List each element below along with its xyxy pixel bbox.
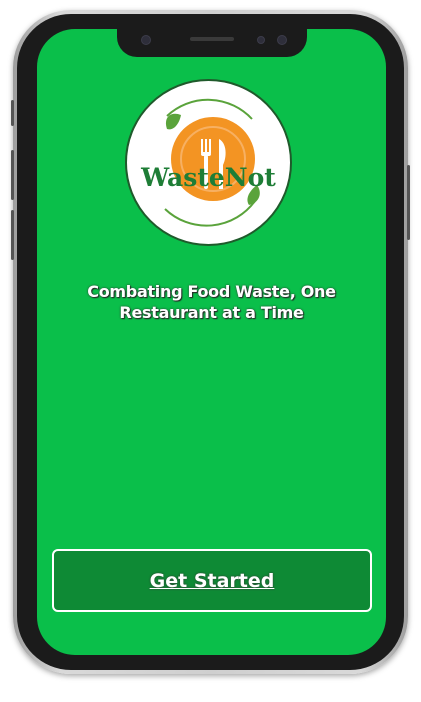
volume-up-button [11, 100, 14, 126]
volume-down-button [11, 150, 14, 200]
brand-name: WasteNot [141, 163, 276, 192]
volume-button-lower [11, 210, 14, 260]
front-camera-lens-icon [277, 35, 287, 45]
app-screen: WasteNot Combating Food Waste, One Resta… [37, 29, 386, 655]
power-button [407, 165, 410, 240]
speaker-grille [190, 37, 234, 41]
get-started-button[interactable]: Get Started [52, 549, 372, 612]
notch [117, 29, 307, 57]
tagline: Combating Food Waste, One Restaurant at … [87, 282, 336, 322]
front-camera-icon [141, 35, 151, 45]
wastenot-logo: WasteNot [125, 79, 292, 246]
sensor-icon [257, 36, 265, 44]
get-started-label: Get Started [149, 569, 275, 592]
